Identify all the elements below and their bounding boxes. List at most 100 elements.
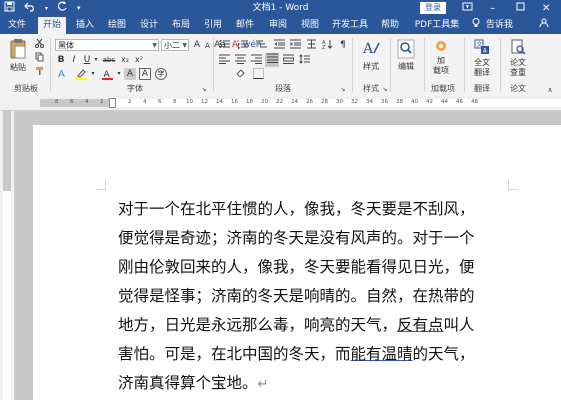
clipboard-group-label: 剪贴板: [14, 84, 38, 93]
login-button[interactable]: 登录: [420, 2, 446, 14]
strikethrough-button[interactable]: abc: [101, 54, 117, 66]
highlight-button[interactable]: [74, 68, 88, 84]
justify-button[interactable]: [265, 53, 279, 67]
ruler-number: 48: [471, 99, 478, 105]
chinese-layout-button[interactable]: [305, 39, 317, 53]
close-icon[interactable]: ✕: [542, 1, 550, 16]
paragraph-dialog-launcher-icon[interactable]: ↘: [339, 84, 347, 96]
paper-check-label-line1: 论文: [510, 58, 526, 67]
character-border-button[interactable]: A: [139, 68, 151, 80]
maximize-icon[interactable]: [516, 1, 526, 16]
full-text-translate-button[interactable]: 文A 全文 翻译: [468, 39, 496, 78]
lightbulb-icon: [472, 18, 483, 30]
superscript-button[interactable]: x²: [133, 54, 145, 66]
numbering-button[interactable]: [236, 39, 250, 53]
ruler-number: 16: [231, 99, 238, 105]
bullets-button[interactable]: [218, 39, 232, 53]
underline-dropdown-icon[interactable]: ▾: [93, 54, 99, 66]
tab-file[interactable]: 文件: [4, 17, 30, 34]
align-left-button[interactable]: [218, 54, 230, 68]
addins-label-line2: 载项: [433, 66, 449, 75]
format-painter-icon[interactable]: [34, 66, 44, 80]
chevron-down-icon: ▼: [152, 42, 157, 49]
decrease-indent-button[interactable]: [273, 39, 285, 53]
tab-design[interactable]: 设计: [136, 17, 162, 34]
text-effects-button[interactable]: A: [56, 68, 68, 83]
grow-font-button[interactable]: A: [192, 39, 202, 51]
borders-button[interactable]: [252, 68, 264, 83]
tab-help[interactable]: 帮助: [377, 17, 403, 34]
paste-button[interactable]: 粘贴: [6, 38, 30, 73]
shrink-font-button[interactable]: A: [203, 40, 212, 52]
minimize-icon[interactable]: –: [490, 1, 495, 16]
line-spacing-button[interactable]: [298, 54, 310, 68]
ruler-number: 4: [143, 99, 147, 105]
share-icon[interactable]: [538, 17, 550, 34]
group-separator: [50, 38, 51, 92]
ruler-number: 8: [173, 99, 177, 105]
font-dialog-launcher-icon[interactable]: ↘: [200, 84, 208, 96]
addins-group-label: 加载项: [431, 84, 455, 93]
highlight-dropdown-icon[interactable]: ▾: [90, 68, 96, 80]
text-segment: 叫人: [443, 316, 475, 334]
title-bar: ▾ ▾ 文档1 - Word 登录 – ✕: [0, 0, 561, 17]
font-size-select[interactable]: 小二 ▼: [161, 39, 189, 51]
ruler-number: 42: [426, 99, 433, 105]
editing-button[interactable]: 编辑: [395, 39, 417, 72]
tab-insert[interactable]: 插入: [72, 17, 98, 34]
italic-button[interactable]: I: [69, 54, 79, 66]
font-color-button[interactable]: A: [100, 68, 114, 84]
text-line: 害怕。可是，在北中国的冬天，而能有温晴的天气，: [118, 340, 518, 369]
ruler-number: 36: [381, 99, 388, 105]
text-segment: 害怕。可是，在北中国的冬天，而: [118, 345, 351, 363]
tab-home[interactable]: 开始: [38, 17, 66, 34]
tell-me-label: 告诉我: [485, 20, 513, 30]
collapse-ribbon-icon[interactable]: ∧: [545, 84, 555, 96]
tab-view[interactable]: 视图: [297, 17, 323, 34]
styles-icon: A: [358, 39, 384, 62]
translate-group-label: 翻译: [474, 84, 490, 93]
align-right-button[interactable]: [250, 54, 262, 68]
cut-icon[interactable]: [34, 38, 44, 52]
ruler-number: 24: [291, 99, 298, 105]
distributed-button[interactable]: [281, 54, 295, 68]
enclose-characters-button[interactable]: 字: [155, 68, 167, 80]
chevron-down-icon: ▼: [182, 42, 187, 49]
bold-button[interactable]: B: [56, 54, 66, 66]
document-body[interactable]: 对于一个在北平住惯的人，像我，冬天要是不刮风， 便觉得是奇迹；济南的冬天是没有风…: [118, 195, 518, 399]
tab-developer[interactable]: 开发工具: [329, 17, 371, 34]
tab-pdf-tools[interactable]: PDF工具集: [410, 17, 464, 34]
character-shading-button[interactable]: A: [124, 68, 136, 80]
copy-icon[interactable]: [34, 52, 44, 66]
styles-dialog-launcher-icon[interactable]: ↘: [381, 84, 389, 96]
tell-me-box[interactable]: 告诉我: [472, 17, 513, 34]
tab-review[interactable]: 审阅: [265, 17, 291, 34]
tab-layout[interactable]: 布局: [168, 17, 194, 34]
font-size-value: 小二: [164, 41, 180, 50]
vertical-ruler[interactable]: [0, 111, 15, 400]
show-hide-marks-button[interactable]: ¶: [337, 39, 349, 51]
shading-button[interactable]: [234, 68, 246, 83]
paper-check-button[interactable]: 论文 查重: [504, 39, 532, 78]
subscript-button[interactable]: x₂: [119, 54, 131, 66]
ruler-number: 6: [70, 99, 74, 105]
increase-indent-button[interactable]: [289, 39, 301, 53]
tab-mailings[interactable]: 邮件: [232, 17, 258, 34]
indent-marker[interactable]: [109, 98, 116, 108]
underline-button[interactable]: U: [82, 54, 92, 66]
tab-draw[interactable]: 绘图: [104, 17, 130, 34]
font-name-select[interactable]: 黑体 ▼: [55, 39, 159, 51]
font-color-dropdown-icon[interactable]: ▾: [116, 68, 122, 80]
editing-label: 编辑: [398, 62, 414, 71]
addins-button[interactable]: 加 载项: [428, 39, 454, 76]
horizontal-ruler[interactable]: 8 6 4 2 2 4 6 8 10 12 14 16 18 20 22 24 …: [0, 96, 561, 111]
ribbon-display-options-icon[interactable]: [462, 1, 473, 17]
sort-button[interactable]: AZ: [321, 39, 333, 53]
styles-button[interactable]: A 样式: [358, 39, 384, 72]
translate-label-line2: 翻译: [474, 68, 490, 77]
tab-references[interactable]: 引用: [200, 17, 226, 34]
align-center-button[interactable]: [234, 54, 246, 68]
multilevel-list-button[interactable]: [254, 39, 268, 53]
ruler-number: 14: [216, 99, 223, 105]
ruler-number: 40: [411, 99, 418, 105]
